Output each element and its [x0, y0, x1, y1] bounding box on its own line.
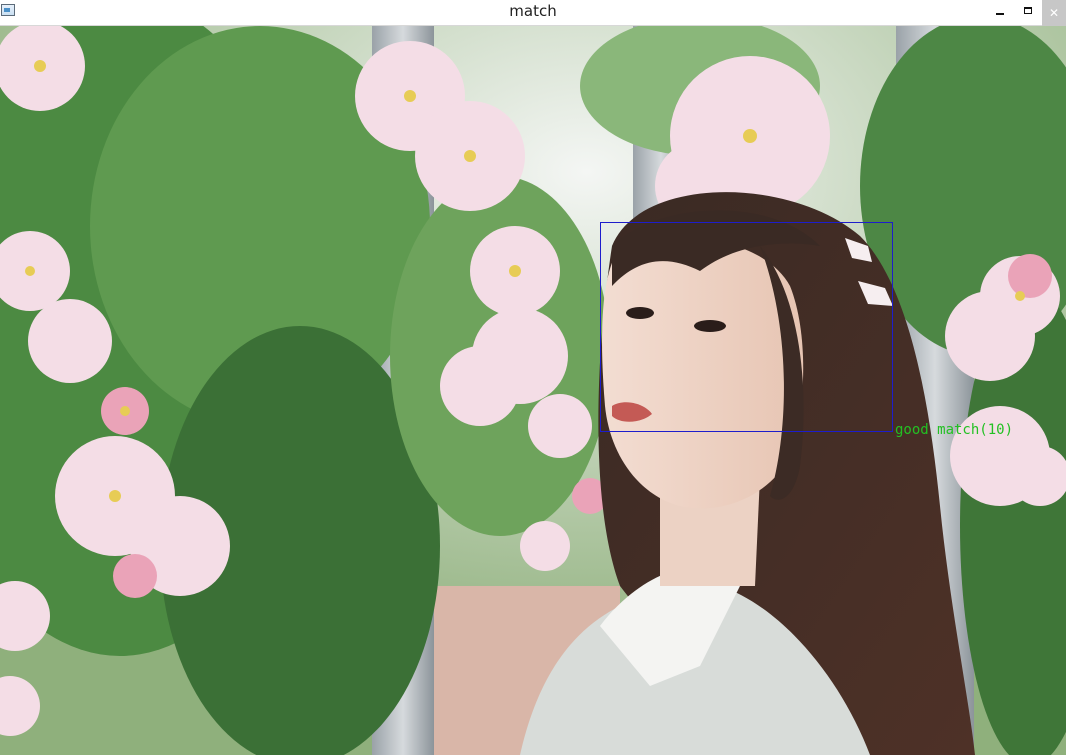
- match-label: good match(10): [895, 422, 1014, 438]
- minimize-button[interactable]: [985, 0, 1015, 26]
- maximize-button[interactable]: [1013, 0, 1043, 26]
- close-icon: ✕: [1048, 6, 1060, 20]
- close-button[interactable]: ✕: [1042, 0, 1066, 26]
- window-title: match: [509, 2, 557, 20]
- maximize-icon: [1024, 6, 1032, 14]
- title-bar[interactable]: match ✕: [0, 0, 1066, 26]
- match-bounding-box: [600, 222, 893, 432]
- image-canvas: good match(10): [0, 26, 1066, 755]
- photo-scene: [0, 26, 1066, 755]
- minimize-icon: [996, 13, 1004, 15]
